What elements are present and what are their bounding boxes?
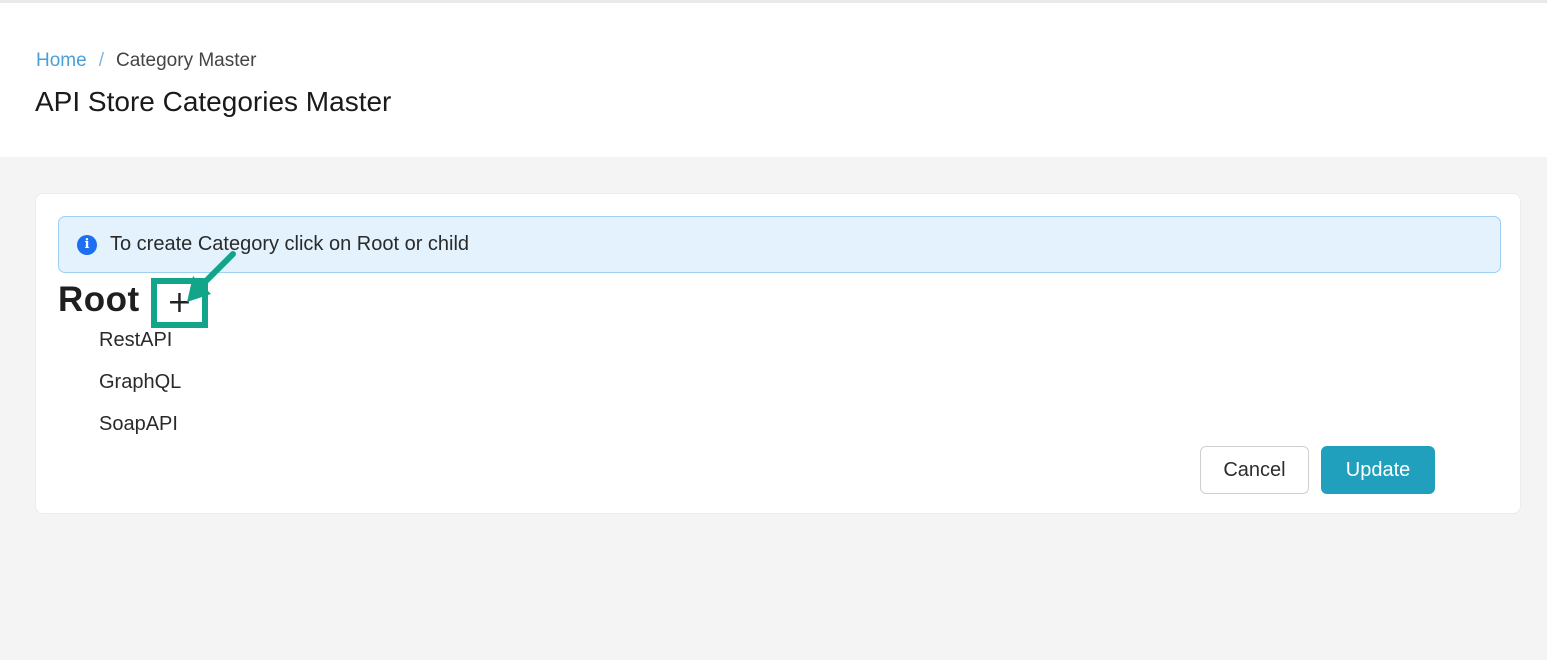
- cancel-button[interactable]: Cancel: [1200, 446, 1309, 494]
- annotation-arrow-icon: [187, 251, 236, 302]
- category-card: i To create Category click on Root or ch…: [35, 193, 1521, 514]
- info-icon: i: [77, 234, 97, 255]
- page-header: Home / Category Master API Store Categor…: [0, 3, 1547, 157]
- category-tree-list: RestAPI GraphQL SoapAPI: [99, 324, 181, 450]
- breadcrumb-separator: /: [98, 50, 104, 71]
- page-title: API Store Categories Master: [35, 86, 392, 117]
- tree-item-soapapi[interactable]: SoapAPI: [99, 408, 181, 450]
- root-label[interactable]: Root: [58, 280, 140, 320]
- tree-item-graphql[interactable]: GraphQL: [99, 366, 181, 408]
- alert-text: To create Category click on Root or chil…: [110, 233, 470, 255]
- tree-item-restapi[interactable]: RestAPI: [99, 324, 181, 366]
- breadcrumb: Home / Category Master: [36, 49, 256, 73]
- breadcrumb-current: Category Master: [115, 50, 257, 71]
- tree-root[interactable]: Root +: [58, 278, 208, 328]
- info-alert: i To create Category click on Root or ch…: [58, 216, 1501, 273]
- update-button[interactable]: Update: [1321, 446, 1435, 494]
- breadcrumb-home-link[interactable]: Home: [36, 49, 87, 73]
